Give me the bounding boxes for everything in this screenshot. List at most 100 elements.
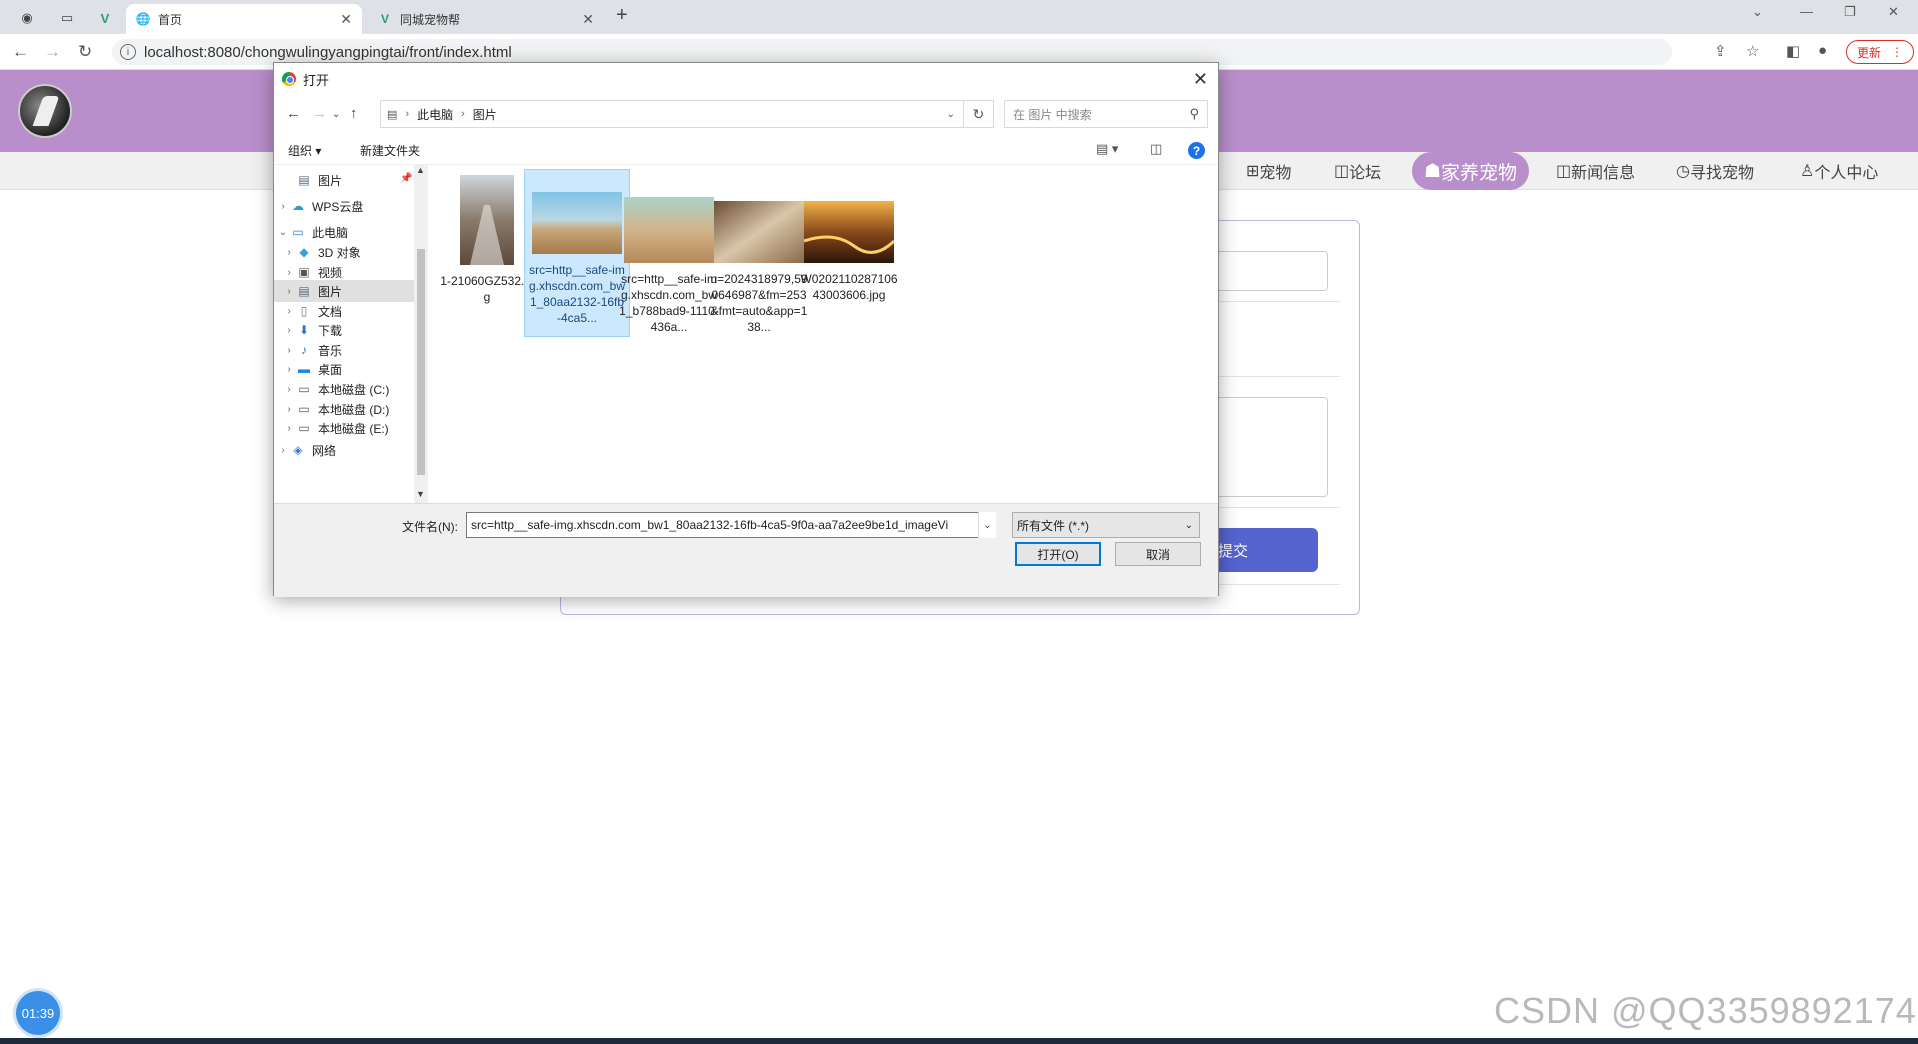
dialog-toolbar: 组织 ▾ 新建文件夹 ▤ ▾ ◫ ? xyxy=(274,135,1218,165)
back-icon[interactable]: ← xyxy=(12,42,29,62)
form-text-input[interactable] xyxy=(1210,251,1328,291)
submit-button[interactable]: 提交 xyxy=(1210,528,1318,572)
up-arrow-icon[interactable]: ↑ xyxy=(350,105,358,122)
sidebar-item[interactable]: › ◆ 3D 对象 xyxy=(274,241,414,263)
chevron-right-icon[interactable]: › xyxy=(282,404,296,415)
nav-find-pet[interactable]: ◷ 寻找宠物 xyxy=(1676,152,1754,190)
drive-icon: ▭ xyxy=(298,382,310,396)
sidebar-item[interactable]: › ▭ 本地磁盘 (E:) xyxy=(274,417,414,439)
nav-home-pets[interactable]: ☗ 家养宠物 xyxy=(1412,152,1530,190)
organize-button[interactable]: 组织 ▾ xyxy=(288,142,321,159)
file-type-select[interactable]: 所有文件 (*.*) ⌄ xyxy=(1012,512,1200,538)
form-divider xyxy=(1210,584,1340,585)
scrollbar-thumb[interactable] xyxy=(417,249,425,475)
open-file-dialog: 打开 ✕ ← → ⌄ ↑ ▤ › 此电脑 › 图片 ⌄ ↻ 在 图片 中搜索 ⚲… xyxy=(273,62,1219,597)
chevron-right-icon[interactable]: › xyxy=(276,445,290,456)
nav-forum[interactable]: ◫ 论坛 xyxy=(1334,152,1381,190)
chevron-down-icon[interactable]: ⌄ xyxy=(978,512,996,538)
forward-icon[interactable]: → xyxy=(44,42,61,62)
tab-pet-site[interactable]: V 同城宠物帮 ✕ xyxy=(368,4,604,34)
nav-pets[interactable]: ⊞ 宠物 xyxy=(1246,152,1291,190)
sidebar-item[interactable]: ⌄ ▭ 此电脑 xyxy=(274,221,414,243)
close-window-icon[interactable]: ✕ xyxy=(1888,4,1899,20)
sidebar-item[interactable]: › ⬇ 下载 xyxy=(274,319,414,341)
sidebar-item[interactable]: › ☁ WPS云盘 xyxy=(274,195,414,217)
form-textarea[interactable] xyxy=(1210,397,1328,497)
recent-locations-chevron-icon[interactable]: ⌄ xyxy=(332,109,340,120)
back-arrow-icon[interactable]: ← xyxy=(286,105,301,122)
site-info-icon[interactable]: i xyxy=(120,44,136,60)
update-button[interactable]: 更新 ⋮ xyxy=(1846,40,1915,64)
profile-avatar-icon[interactable]: ● xyxy=(1818,42,1827,59)
tab-home[interactable]: 🌐 首页 ✕ xyxy=(126,4,362,34)
sidebar-item-label: 图片 xyxy=(318,173,343,188)
chevron-right-icon[interactable]: › xyxy=(276,201,290,212)
chevron-right-icon[interactable]: › xyxy=(282,286,296,297)
recording-timer[interactable]: 01:39 xyxy=(16,991,60,1035)
clock-icon: ◷ xyxy=(1676,163,1690,180)
music-icon: ♪ xyxy=(301,343,307,357)
tab-search-chevron-icon[interactable]: ⌄ xyxy=(1752,4,1763,20)
close-icon[interactable]: ✕ xyxy=(340,11,352,28)
navigation-scrollbar[interactable]: ▲ ▼ xyxy=(414,165,428,503)
close-icon[interactable]: ✕ xyxy=(582,11,594,28)
chevron-right-icon[interactable]: › xyxy=(282,384,296,395)
chevron-down-icon: ⌄ xyxy=(1184,519,1193,531)
address-breadcrumb[interactable]: ▤ › 此电脑 › 图片 ⌄ xyxy=(380,100,964,128)
sidebar-item[interactable]: › ◈ 网络 xyxy=(274,439,414,461)
chevron-down-icon[interactable]: ⌄ xyxy=(947,109,955,120)
chevron-right-icon[interactable]: › xyxy=(282,306,296,317)
share-icon[interactable]: ⇪ xyxy=(1714,42,1727,60)
chevron-right-icon[interactable]: › xyxy=(282,267,296,278)
restore-icon[interactable]: ❐ xyxy=(1844,4,1856,20)
globe-icon: 🌐 xyxy=(135,12,151,26)
forward-arrow-icon[interactable]: → xyxy=(312,105,327,122)
filename-label: 文件名(N): xyxy=(402,520,458,534)
new-folder-button[interactable]: 新建文件夹 xyxy=(360,142,420,159)
side-panel-icon[interactable]: ◧ xyxy=(1786,42,1800,60)
scroll-down-icon[interactable]: ▼ xyxy=(416,489,425,499)
new-tab-button[interactable]: + xyxy=(616,4,628,27)
taskbar xyxy=(0,1038,1918,1044)
vue-logo-icon: V xyxy=(380,12,389,26)
pinned-tab-vue-icon[interactable]: V xyxy=(92,6,118,30)
sidebar-item[interactable]: › ▭ 本地磁盘 (C:) xyxy=(274,378,414,400)
menu-kebab-icon[interactable]: ⋮ xyxy=(1891,45,1903,59)
preview-pane-icon[interactable]: ◫ xyxy=(1150,141,1162,157)
minimize-icon[interactable]: — xyxy=(1800,4,1813,19)
view-options-icon[interactable]: ▤ ▾ xyxy=(1096,141,1118,157)
file-item-selected[interactable]: src=http__safe-img.xhscdn.com_bw1_80aa21… xyxy=(524,169,630,337)
reload-icon[interactable]: ↻ xyxy=(78,42,92,62)
pin-icon: 📌 xyxy=(400,173,413,184)
search-input[interactable]: 在 图片 中搜索 ⚲ xyxy=(1004,100,1208,128)
cancel-button[interactable]: 取消 xyxy=(1115,542,1201,566)
scroll-up-icon[interactable]: ▲ xyxy=(416,165,425,175)
open-button[interactable]: 打开(O) xyxy=(1015,542,1101,566)
pinned-tab-blank-icon[interactable]: ▭ xyxy=(54,6,80,30)
download-icon: ⬇ xyxy=(298,323,310,337)
file-item[interactable]: W020211028710643003606.jpg xyxy=(796,175,902,343)
filename-input[interactable]: src=http__safe-img.xhscdn.com_bw1_80aa21… xyxy=(466,512,996,538)
sidebar-item[interactable]: › ▤ 图片 xyxy=(274,280,414,302)
sidebar-item-label: WPS云盘 xyxy=(312,199,364,214)
nav-profile[interactable]: ♙ 个人中心 xyxy=(1800,152,1878,190)
sidebar-item-label: 网络 xyxy=(312,443,337,458)
chevron-right-icon[interactable]: › xyxy=(282,345,296,356)
sidebar-item[interactable]: › ▬ 桌面 xyxy=(274,358,414,380)
close-icon[interactable]: ✕ xyxy=(1193,69,1208,90)
nav-news[interactable]: ◫ 新闻信息 xyxy=(1556,152,1635,190)
breadcrumb-pictures[interactable]: 图片 xyxy=(473,106,497,123)
chevron-right-icon[interactable]: › xyxy=(282,423,296,434)
site-logo[interactable] xyxy=(18,84,72,138)
sidebar-item[interactable]: ▤ 图片 xyxy=(274,169,414,191)
cube-icon: ◆ xyxy=(299,245,309,259)
breadcrumb-this-pc[interactable]: 此电脑 xyxy=(417,106,453,123)
chevron-right-icon[interactable]: › xyxy=(282,247,296,258)
chevron-down-icon[interactable]: ⌄ xyxy=(276,227,290,238)
chevron-right-icon[interactable]: › xyxy=(282,325,296,336)
pinned-tab-github-icon[interactable]: ◉ xyxy=(14,6,40,30)
bookmark-star-icon[interactable]: ☆ xyxy=(1746,42,1759,60)
help-icon[interactable]: ? xyxy=(1188,142,1205,159)
refresh-icon[interactable]: ↻ xyxy=(964,100,994,128)
chevron-right-icon[interactable]: › xyxy=(282,364,296,375)
